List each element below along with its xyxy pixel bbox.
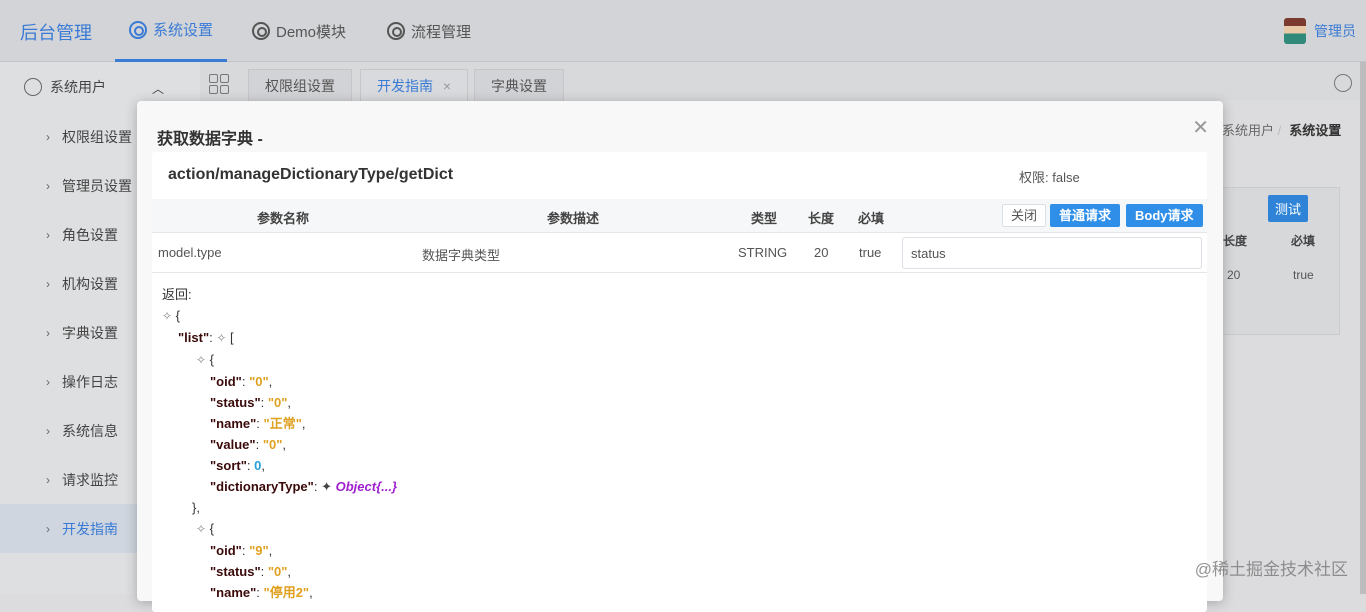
json-value: "0" (249, 374, 269, 389)
nav-label: 流程管理 (411, 23, 472, 41)
body-request-button[interactable]: Body请求 (1126, 204, 1203, 227)
tab-dev-guide[interactable]: 开发指南 × (360, 69, 469, 102)
gear-icon (129, 20, 147, 39)
column-header: 必填 (858, 211, 885, 226)
user-icon (24, 78, 42, 96)
chevron-right-icon: › (46, 178, 50, 193)
tab-dictionary[interactable]: 字典设置 (474, 69, 564, 102)
chevron-right-icon: › (46, 325, 50, 340)
cell: 20 (1227, 268, 1241, 282)
json-value: "0" (267, 395, 288, 410)
json-value: "9" (249, 543, 269, 558)
param-name: model.type (158, 245, 222, 260)
item-label: 请求监控 (62, 471, 118, 488)
nav-label: Demo模块 (276, 23, 347, 41)
param-table-header: 参数名称 参数描述 类型 长度 必填 关闭 普通请求 Body请求 (152, 199, 1207, 233)
avatar (1284, 18, 1306, 44)
api-card: action/manageDictionaryType/getDict 权限: … (152, 152, 1207, 612)
breadcrumb-item[interactable]: 系统用户 (1222, 123, 1274, 138)
column-header: 长度 (1223, 234, 1248, 248)
chevron-right-icon: › (46, 521, 50, 536)
close-icon[interactable]: × (443, 78, 451, 94)
user-menu[interactable]: 管理员 (1284, 18, 1356, 44)
json-value: "停用2" (263, 585, 310, 600)
top-header: 后台管理 系统设置 Demo模块 流程管理 管理员 (0, 0, 1366, 62)
nav-system-settings[interactable]: 系统设置 (115, 0, 228, 62)
grid-menu-icon[interactable] (209, 74, 229, 94)
item-label: 操作日志 (62, 373, 118, 390)
app-logo[interactable]: 后台管理 (20, 19, 92, 45)
gear-icon (387, 22, 405, 40)
chevron-up-icon: ︿ (152, 82, 165, 96)
compass-icon[interactable] (1334, 74, 1352, 92)
json-value: 0 (254, 458, 262, 473)
close-icon[interactable]: ✕ (1192, 115, 1209, 140)
chevron-right-icon: › (46, 472, 50, 487)
item-label: 系统信息 (62, 422, 118, 439)
pin-icon[interactable]: ✧ (196, 353, 206, 367)
watermark: @稀土掘金技术社区 (1194, 560, 1348, 579)
tab-label: 开发指南 (377, 78, 433, 94)
column-header: 类型 (751, 211, 778, 226)
param-desc: 数据字典类型 (422, 248, 501, 263)
pin-icon[interactable]: ✧ (216, 331, 226, 345)
chevron-right-icon: › (46, 374, 50, 389)
chevron-right-icon: › (46, 276, 50, 291)
param-type: STRING (738, 245, 788, 260)
cell: true (1293, 268, 1314, 282)
nav-demo-module[interactable]: Demo模块 (252, 0, 346, 62)
dialog-title: 获取数据字典 - (157, 131, 263, 148)
chevron-right-icon: › (46, 129, 50, 144)
api-path: action/manageDictionaryType/getDict (168, 166, 454, 183)
close-button[interactable]: 关闭 (1002, 204, 1047, 227)
column-header: 长度 (808, 211, 835, 226)
chevron-right-icon: › (46, 423, 50, 438)
item-label: 字典设置 (62, 324, 118, 341)
tab-permission-group[interactable]: 权限组设置 (248, 69, 352, 102)
breadcrumb-current: 系统设置 (1289, 123, 1342, 138)
param-length: 20 (814, 245, 829, 260)
column-header: 参数名称 (257, 211, 310, 226)
group-label: 系统用户 (50, 79, 106, 95)
param-value-input[interactable] (902, 237, 1202, 269)
json-value: "0" (267, 564, 288, 579)
normal-request-button[interactable]: 普通请求 (1050, 204, 1121, 227)
nav-process-management[interactable]: 流程管理 (387, 0, 471, 62)
pin-icon[interactable]: ✧ (196, 522, 206, 536)
return-label: 返回: (162, 287, 192, 302)
background-content: 系统用户 / 系统设置 测试 长度 必填 20 true (1222, 100, 1360, 594)
response-json: 返回: ✧ { "list": ✧ [ ✧ { "oid": "0", "sta… (162, 284, 397, 603)
table-row: model.type 数据字典类型 STRING 20 true (152, 233, 1207, 273)
json-value: "0" (262, 437, 283, 452)
json-value: "正常" (263, 416, 302, 431)
test-button[interactable]: 测试 (1268, 195, 1309, 222)
chevron-right-icon: › (46, 227, 50, 242)
item-label: 角色设置 (62, 226, 118, 243)
user-name: 管理员 (1314, 23, 1356, 39)
item-label: 机构设置 (62, 275, 118, 292)
column-header: 参数描述 (547, 211, 600, 226)
column-header: 必填 (1291, 234, 1316, 248)
item-label: 管理员设置 (62, 177, 132, 194)
pin-filled-icon[interactable]: ✦ (321, 479, 332, 494)
background-card: 测试 长度 必填 20 true (1222, 187, 1340, 335)
pin-icon[interactable]: ✧ (162, 309, 172, 323)
tab-label: 权限组设置 (265, 78, 335, 94)
dictionary-dialog: 获取数据字典 - ✕ action/manageDictionaryType/g… (137, 101, 1223, 612)
param-required: true (859, 245, 882, 260)
collapsed-object[interactable]: Object{...} (336, 479, 397, 494)
item-label: 权限组设置 (62, 128, 132, 145)
gear-icon (252, 22, 270, 40)
tab-bar: 权限组设置 开发指南 × 字典设置 (200, 62, 1360, 102)
breadcrumb: 系统用户 / 系统设置 (1222, 123, 1342, 138)
json-key: "list" (178, 330, 210, 345)
page-scrollbar[interactable] (1360, 62, 1366, 594)
tab-label: 字典设置 (491, 78, 547, 94)
nav-label: 系统设置 (153, 22, 214, 39)
permission-label: 权限: false (1019, 170, 1080, 185)
item-label: 开发指南 (62, 520, 118, 537)
